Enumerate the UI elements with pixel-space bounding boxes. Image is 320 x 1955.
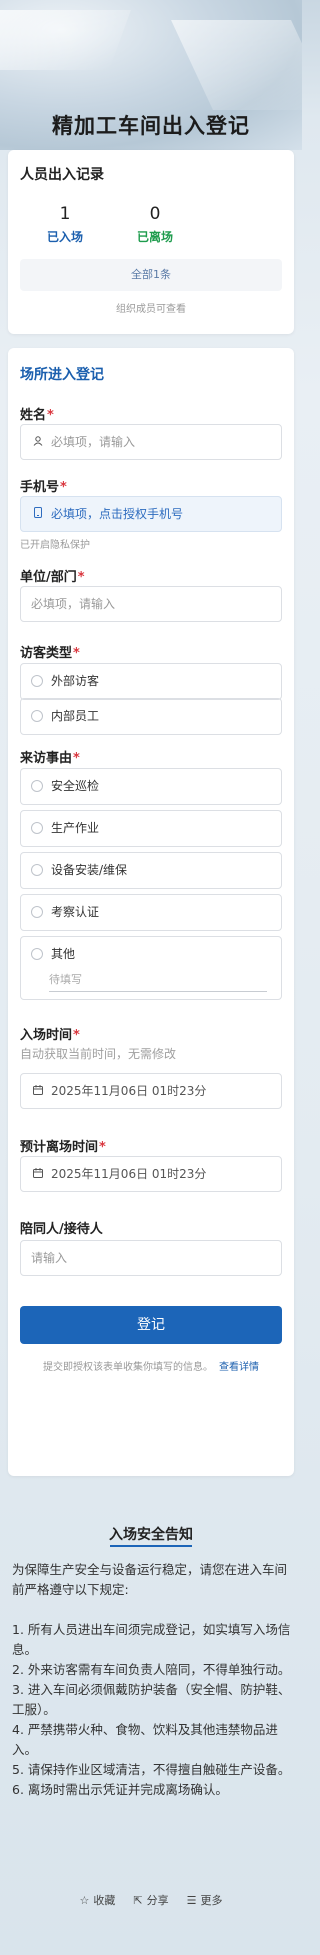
records-stats: 1 已入场 0 已离场 [20, 204, 282, 245]
notice-title-underline [110, 1545, 192, 1547]
notice-rule: 2. 外来访客需有车间负责人陪同，不得单独行动。 [12, 1662, 291, 1677]
privacy-text: 提交即授权该表单收集你填写的信息。 [43, 1362, 213, 1373]
unit-input[interactable]: 必填项，请输入 [20, 586, 282, 622]
reason-option-inspection[interactable]: 安全巡检 [20, 768, 282, 805]
all-records-button[interactable]: 全部1条 [20, 259, 282, 291]
menu-icon: ☰ [186, 1894, 197, 1907]
radio-icon [31, 710, 43, 722]
privacy-details-link[interactable]: 查看详情 [219, 1362, 259, 1373]
radio-icon [31, 864, 43, 876]
notice-rule: 1. 所有人员进出车间须完成登记，如实填写入场信息。 [12, 1622, 291, 1657]
records-card: 人员出入记录 1 已入场 0 已离场 全部1条 组织成员可查看 [8, 150, 294, 334]
submit-button[interactable]: 登记 [20, 1306, 282, 1344]
unit-label: 单位/部门* [20, 570, 85, 585]
reason-label: 来访事由* [20, 751, 80, 766]
star-icon: ☆ [79, 1894, 90, 1907]
name-input[interactable]: 必填项，请输入 [20, 424, 282, 460]
share-button[interactable]: ⇱ 分享 [133, 1892, 168, 1908]
entered-label: 已入场 [46, 230, 83, 244]
exit-time-label: 预计离场时间* [20, 1140, 106, 1155]
page-title: 精加工车间出入登记 [52, 114, 250, 138]
left-label: 已离场 [136, 230, 173, 244]
radio-icon [31, 675, 43, 687]
more-button[interactable]: ☰ 更多 [187, 1892, 223, 1908]
members-note: 组织成员可查看 [116, 304, 186, 315]
reason-option-maintenance[interactable]: 设备安装/维保 [20, 852, 282, 889]
records-title: 人员出入记录 [20, 167, 104, 183]
entry-time-label: 入场时间* [20, 1028, 80, 1043]
name-label: 姓名* [20, 408, 54, 423]
notice-rule: 4. 严禁携带火种、食物、饮料及其他违禁物品进入。 [12, 1722, 278, 1757]
phone-label: 手机号* [20, 480, 67, 495]
entry-form-card: 场所进入登记 姓名* 必填项，请输入 手机号* 必填项，点击授权手机号 已开启隐… [8, 348, 294, 1476]
user-icon [31, 426, 45, 460]
reason-option-production[interactable]: 生产作业 [20, 810, 282, 847]
phone-authorize-input[interactable]: 必填项，点击授权手机号 [20, 496, 282, 532]
notice-intro: 为保障生产安全与设备运行稳定，请您在进入车间前严格遵守以下规定: [12, 1562, 288, 1597]
visitor-type-option-external[interactable]: 外部访客 [20, 663, 282, 700]
exit-time-field[interactable]: 2025年11月06日 01时23分 [20, 1156, 282, 1192]
entered-stat[interactable]: 1 已入场 [20, 204, 110, 245]
notice-rule: 6. 离场时需出示凭证并完成离场确认。 [12, 1782, 228, 1797]
visitor-type-label: 访客类型* [20, 646, 80, 661]
privacy-notice: 提交即授权该表单收集你填写的信息。 查看详情 [8, 1358, 294, 1373]
entry-time-hint: 自动获取当前时间，无需修改 [20, 1047, 177, 1061]
notice-title: 入场安全告知 [109, 1527, 193, 1543]
notice-body: 为保障生产安全与设备运行稳定，请您在进入车间前严格遵守以下规定: 1. 所有人员… [12, 1560, 292, 1800]
favorite-button[interactable]: ☆ 收藏 [80, 1892, 116, 1908]
notice-rule: 3. 进入车间必须佩戴防护装备（安全帽、防护鞋、工服）。 [12, 1682, 291, 1717]
left-stat[interactable]: 0 已离场 [110, 204, 200, 245]
calendar-icon [31, 1158, 45, 1192]
share-icon: ⇱ [133, 1894, 143, 1907]
radio-icon [31, 906, 43, 918]
radio-icon [31, 780, 43, 792]
footer-actions: ☆ 收藏 ⇱ 分享 ☰ 更多 [0, 1892, 302, 1908]
other-reason-input[interactable]: 待填写 [49, 969, 267, 992]
notice-rule: 5. 请保持作业区域清洁，不得擅自触碰生产设备。 [12, 1762, 291, 1777]
calendar-icon [31, 1075, 45, 1109]
radio-icon [31, 948, 43, 960]
form-title: 场所进入登记 [20, 367, 104, 383]
visitor-type-option-internal[interactable]: 内部员工 [20, 698, 282, 735]
reason-option-certification[interactable]: 考察认证 [20, 894, 282, 931]
left-count: 0 [149, 204, 161, 224]
companion-label: 陪同人/接待人 [20, 1222, 103, 1237]
radio-icon [31, 822, 43, 834]
reason-option-other[interactable]: 其他 待填写 [20, 936, 282, 1000]
phone-icon [31, 498, 45, 532]
companion-input[interactable]: 请输入 [20, 1240, 282, 1276]
entry-time-field[interactable]: 2025年11月06日 01时23分 [20, 1073, 282, 1109]
entered-count: 1 [59, 204, 71, 224]
privacy-protection-hint: 已开启隐私保护 [20, 540, 90, 551]
